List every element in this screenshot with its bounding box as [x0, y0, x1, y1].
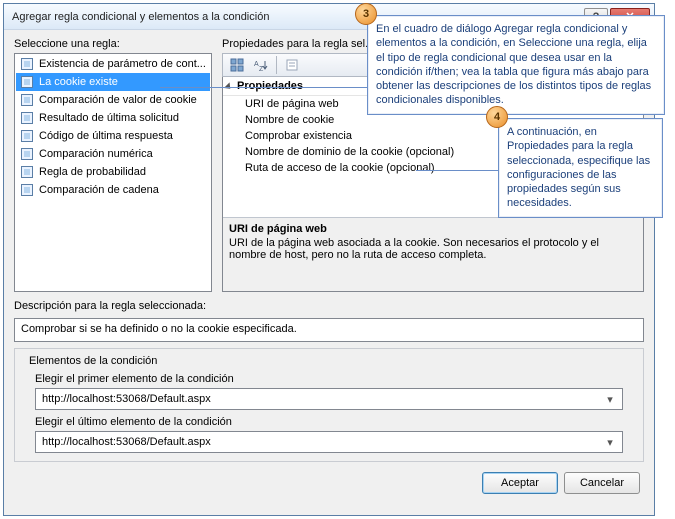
rule-item-label: Comparación numérica [39, 148, 153, 160]
rule-item-label: La cookie existe [39, 76, 118, 88]
rule-item-label: Regla de probabilidad [39, 166, 146, 178]
last-item-combo[interactable]: http://localhost:53068/Default.aspx ▾ [35, 431, 623, 453]
rule-icon [19, 74, 35, 90]
rule-item[interactable]: Resultado de última solicitud [16, 109, 210, 127]
rule-icon [19, 146, 35, 162]
callout-badge: 4 [486, 106, 508, 128]
rule-item-label: Existencia de parámetro de cont... [39, 58, 206, 70]
rule-listbox[interactable]: Existencia de parámetro de cont... La coo… [14, 53, 212, 292]
rule-item-label: Comparación de cadena [39, 184, 159, 196]
rule-item-label: Resultado de última solicitud [39, 112, 179, 124]
rule-item[interactable]: Comparación de valor de cookie [16, 91, 210, 109]
rule-description-box: Comprobar si se ha definido o no la cook… [14, 318, 644, 342]
last-item-label: Elegir el último elemento de la condició… [35, 416, 633, 428]
alphabetical-icon[interactable]: AZ [250, 55, 272, 75]
callout-leader [416, 170, 498, 171]
rule-icon [19, 182, 35, 198]
first-item-combo[interactable]: http://localhost:53068/Default.aspx ▾ [35, 388, 623, 410]
rule-icon [19, 92, 35, 108]
categorized-icon[interactable] [226, 55, 248, 75]
elements-legend: Elementos de la condición [25, 355, 161, 367]
condition-elements-group: Elementos de la condición Elegir el prim… [14, 348, 644, 462]
property-pages-icon[interactable] [281, 55, 303, 75]
rule-icon [19, 56, 35, 72]
property-description-pane: URI de página web URI de la página web a… [223, 217, 643, 291]
toolbar-separator [276, 56, 277, 74]
rule-item[interactable]: Comparación de cadena [16, 181, 210, 199]
cancel-button[interactable]: Cancelar [564, 472, 640, 494]
rule-item-label: Comparación de valor de cookie [39, 94, 197, 106]
rule-item[interactable]: Comparación numérica [16, 145, 210, 163]
rule-icon [19, 164, 35, 180]
prop-desc-text: URI de la página web asociada a la cooki… [229, 237, 637, 261]
rule-item[interactable]: Código de última respuesta [16, 127, 210, 145]
first-item-value: http://localhost:53068/Default.aspx [42, 393, 211, 405]
prop-desc-title: URI de página web [229, 223, 637, 235]
chevron-down-icon: ▾ [602, 391, 618, 407]
first-item-label: Elegir el primer elemento de la condició… [35, 373, 633, 385]
rule-description-label: Descripción para la regla seleccionada: [14, 300, 644, 312]
rule-icon [19, 110, 35, 126]
rule-item[interactable]: Existencia de parámetro de cont... [16, 55, 210, 73]
rule-item[interactable]: Regla de probabilidad [16, 163, 210, 181]
callout-badge: 3 [355, 3, 377, 25]
rule-item[interactable]: La cookie existe [16, 73, 210, 91]
rule-item-label: Código de última respuesta [39, 130, 173, 142]
callout-text: En el cuadro de diálogo Agregar regla co… [376, 22, 656, 108]
select-rule-label: Seleccione una regla: [14, 38, 212, 50]
chevron-down-icon: ▾ [602, 434, 618, 450]
last-item-value: http://localhost:53068/Default.aspx [42, 436, 211, 448]
callout-text: A continuación, en Propiedades para la r… [507, 125, 654, 211]
rule-icon [19, 128, 35, 144]
callout-4: 4 A continuación, en Propiedades para la… [498, 118, 663, 218]
callout-3: 3 En el cuadro de diálogo Agregar regla … [367, 15, 665, 115]
callout-leader [160, 87, 367, 88]
ok-button[interactable]: Aceptar [482, 472, 558, 494]
